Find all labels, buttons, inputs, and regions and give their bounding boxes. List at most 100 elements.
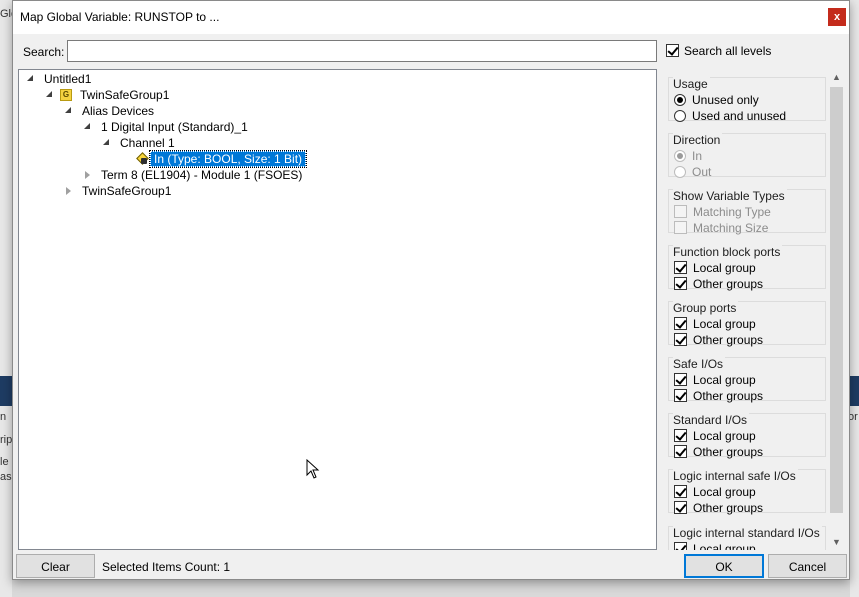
tree-node-label: TwinSafeGroup1 xyxy=(82,184,172,198)
fb-other-groups-checkbox[interactable]: Other groups xyxy=(674,277,763,292)
collapse-arrow-icon[interactable] xyxy=(84,123,92,131)
tree-node-group-2[interactable]: TwinSafeGroup1 xyxy=(65,183,171,199)
option-label: Used and unused xyxy=(692,109,787,123)
checkbox-box[interactable] xyxy=(674,373,687,386)
collapse-arrow-icon[interactable] xyxy=(65,107,73,115)
group-title: Direction xyxy=(673,133,723,147)
cancel-button[interactable]: Cancel xyxy=(768,554,847,578)
checkbox-box[interactable] xyxy=(674,485,687,498)
scrollbar-thumb[interactable] xyxy=(830,87,843,513)
matching-size-checkbox[interactable]: Matching Size xyxy=(674,221,768,236)
option-label: Local group xyxy=(693,429,756,443)
background-window-left xyxy=(0,0,12,597)
collapse-arrow-icon[interactable] xyxy=(46,91,54,99)
listd-local-group-checkbox[interactable]: Local group xyxy=(674,542,756,550)
radio-circle[interactable] xyxy=(674,110,686,122)
checkbox-box[interactable] xyxy=(674,501,687,514)
radio-circle[interactable] xyxy=(674,150,686,162)
dialog-title: Map Global Variable: RUNSTOP to ... xyxy=(20,10,220,24)
checkbox-box[interactable] xyxy=(674,429,687,442)
checkbox-box[interactable] xyxy=(674,317,687,330)
option-label: Other groups xyxy=(693,389,764,403)
close-button[interactable]: x xyxy=(828,8,846,26)
search-all-levels-checkbox[interactable]: Search all levels xyxy=(666,44,771,58)
direction-out-radio[interactable]: Out xyxy=(674,165,711,180)
filter-panel[interactable]: Usage Unused only Used and unused Direct… xyxy=(668,69,844,550)
direction-group: Direction In Out xyxy=(668,133,826,180)
radio-circle[interactable] xyxy=(674,94,686,106)
checkbox-box[interactable] xyxy=(674,221,687,234)
checkbox-box[interactable] xyxy=(674,445,687,458)
unused-only-radio[interactable]: Unused only xyxy=(674,93,759,108)
checkbox-box[interactable] xyxy=(666,44,679,57)
search-all-levels-label: Search all levels xyxy=(684,44,772,58)
logic-internal-safe-ios-group: Logic internal safe I/Os Local group Oth… xyxy=(668,469,826,516)
checkbox-box[interactable] xyxy=(674,261,687,274)
checkbox-box[interactable] xyxy=(674,205,687,218)
option-label: Other groups xyxy=(693,445,764,459)
variable-icon xyxy=(137,154,147,164)
clear-button[interactable]: Clear xyxy=(16,554,95,578)
option-label: Unused only xyxy=(692,93,759,107)
tree-node-device[interactable]: 1 Digital Input (Standard)_1 xyxy=(84,119,248,135)
group-title: Logic internal safe I/Os xyxy=(673,469,798,483)
ok-button[interactable]: OK xyxy=(684,554,764,578)
background-text: le xyxy=(0,456,9,468)
matching-type-checkbox[interactable]: Matching Type xyxy=(674,205,771,220)
used-and-unused-radio[interactable]: Used and unused xyxy=(674,109,786,124)
tree-node-label: Channel 1 xyxy=(120,136,175,150)
tree-node-root[interactable]: Untitled1 xyxy=(27,71,91,87)
checkbox-box[interactable] xyxy=(674,389,687,402)
mouse-pointer-icon xyxy=(306,459,320,479)
gp-local-group-checkbox[interactable]: Local group xyxy=(674,317,756,332)
lis-other-groups-checkbox[interactable]: Other groups xyxy=(674,501,763,516)
tree-node-variable-in[interactable]: In (Type: BOOL, Size: 1 Bit) xyxy=(137,150,308,168)
filter-scrollbar[interactable]: ▲ ▼ xyxy=(829,69,844,550)
group-title: Logic internal standard I/Os xyxy=(673,526,822,540)
safe-other-groups-checkbox[interactable]: Other groups xyxy=(674,389,763,404)
option-label: Other groups xyxy=(693,277,764,291)
scroll-down-icon[interactable]: ▼ xyxy=(829,534,844,550)
option-label: Local group xyxy=(693,373,756,387)
collapse-arrow-icon[interactable] xyxy=(103,139,111,147)
std-local-group-checkbox[interactable]: Local group xyxy=(674,429,756,444)
logic-internal-standard-ios-group: Logic internal standard I/Os Local group xyxy=(668,526,826,550)
dialog-titlebar[interactable]: Map Global Variable: RUNSTOP to ... x xyxy=(13,1,849,34)
safe-local-group-checkbox[interactable]: Local group xyxy=(674,373,756,388)
tree-node-term[interactable]: Term 8 (EL1904) - Module 1 (FSOES) xyxy=(84,167,302,183)
std-other-groups-checkbox[interactable]: Other groups xyxy=(674,445,763,460)
option-label: Local group xyxy=(693,261,756,275)
fb-local-group-checkbox[interactable]: Local group xyxy=(674,261,756,276)
group-title: Show Variable Types xyxy=(673,189,787,203)
group-title: Group ports xyxy=(673,301,739,315)
checkbox-box[interactable] xyxy=(674,333,687,346)
tree-node-label: Untitled1 xyxy=(44,72,92,86)
option-label: Other groups xyxy=(693,333,764,347)
tree-node-alias-devices[interactable]: Alias Devices xyxy=(65,103,154,119)
gp-other-groups-checkbox[interactable]: Other groups xyxy=(674,333,763,348)
show-variable-types-group: Show Variable Types Matching Type Matchi… xyxy=(668,189,826,236)
radio-circle[interactable] xyxy=(674,166,686,178)
checkbox-box[interactable] xyxy=(674,277,687,290)
option-label: Other groups xyxy=(693,501,764,515)
search-label: Search: xyxy=(23,45,65,59)
background-text: rip xyxy=(0,434,13,446)
variable-tree[interactable]: Untitled1 G TwinSafeGroup1 Alias Devices… xyxy=(18,69,657,550)
search-input[interactable] xyxy=(67,40,657,62)
checkbox-box[interactable] xyxy=(674,542,687,550)
tree-node-channel[interactable]: Channel 1 xyxy=(103,135,175,151)
close-icon: x xyxy=(833,11,841,23)
expand-arrow-icon[interactable] xyxy=(65,187,73,195)
collapse-arrow-icon[interactable] xyxy=(27,75,35,83)
group-title: Function block ports xyxy=(673,245,783,259)
option-label: Local group xyxy=(693,542,756,550)
tree-node-label: 1 Digital Input (Standard)_1 xyxy=(101,120,248,134)
lis-local-group-checkbox[interactable]: Local group xyxy=(674,485,756,500)
option-label: Matching Size xyxy=(693,221,769,235)
background-toolbar-right xyxy=(850,376,859,406)
expand-arrow-icon[interactable] xyxy=(84,171,92,179)
tree-node-group[interactable]: G TwinSafeGroup1 xyxy=(46,87,169,103)
tree-node-label: Term 8 (EL1904) - Module 1 (FSOES) xyxy=(101,168,303,182)
direction-in-radio[interactable]: In xyxy=(674,149,702,164)
scroll-up-icon[interactable]: ▲ xyxy=(829,69,844,85)
